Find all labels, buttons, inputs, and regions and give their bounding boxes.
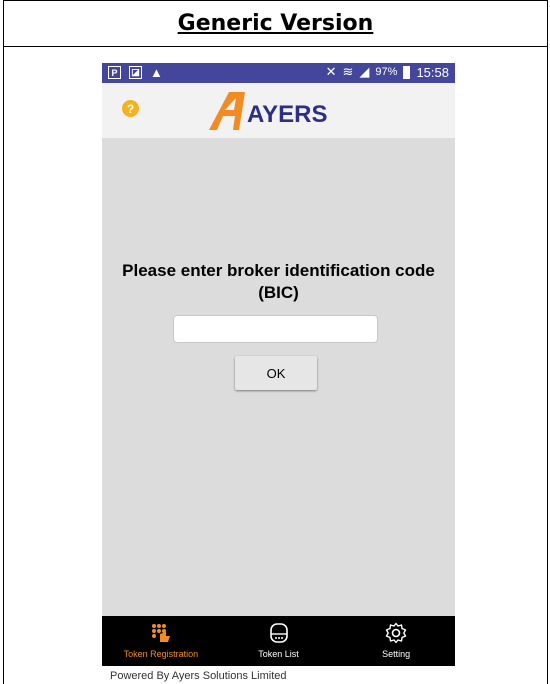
- status-bar: P ◪ ▲ ✕ ≋ ◢ 97% 15:58: [102, 63, 455, 83]
- document-title-text: Generic Version: [177, 11, 374, 36]
- signal-icon: ◢: [359, 64, 370, 79]
- notification-chart-icon: ◪: [129, 66, 142, 79]
- nav-label: Token List: [258, 649, 299, 659]
- battery-percent: 97%: [375, 66, 398, 78]
- nav-token-list[interactable]: Token List: [220, 616, 338, 666]
- main-content: Please enter broker identification code …: [102, 138, 455, 616]
- nav-label: Setting: [382, 649, 411, 659]
- status-time: 15:58: [416, 64, 449, 80]
- nav-label: Token Registration: [123, 649, 199, 659]
- mute-icon: ✕: [325, 64, 337, 79]
- help-icon[interactable]: ?: [122, 100, 139, 117]
- phone-screen: P ◪ ▲ ✕ ≋ ◢ 97% 15:58 ? AYERS Please ent…: [102, 63, 455, 666]
- notification-p-icon: P: [108, 66, 121, 79]
- app-bar: ? AYERS: [102, 83, 455, 138]
- bic-prompt: Please enter broker identification code …: [102, 260, 455, 304]
- battery-icon: [403, 65, 411, 79]
- bic-input[interactable]: [173, 315, 378, 343]
- bic-prompt-line1: Please enter broker identification code: [122, 261, 435, 280]
- wifi-icon: ≋: [342, 64, 354, 79]
- document-title: Generic Version: [4, 1, 547, 47]
- ayers-logo: AYERS: [209, 92, 327, 130]
- token-registration-icon: [150, 622, 172, 644]
- ok-button[interactable]: OK: [235, 356, 317, 390]
- warning-icon: ▲: [150, 65, 163, 80]
- nav-setting[interactable]: Setting: [337, 616, 455, 666]
- gear-icon: [385, 622, 407, 644]
- powered-by-text: Powered By Ayers Solutions Limited: [110, 670, 287, 682]
- bic-prompt-line2: (BIC): [258, 283, 299, 302]
- token-list-icon: [268, 622, 290, 644]
- nav-token-registration[interactable]: Token Registration: [102, 616, 220, 666]
- logo-text: AYERS: [247, 101, 327, 128]
- bottom-navigation: Token Registration Token List Setting: [102, 616, 455, 666]
